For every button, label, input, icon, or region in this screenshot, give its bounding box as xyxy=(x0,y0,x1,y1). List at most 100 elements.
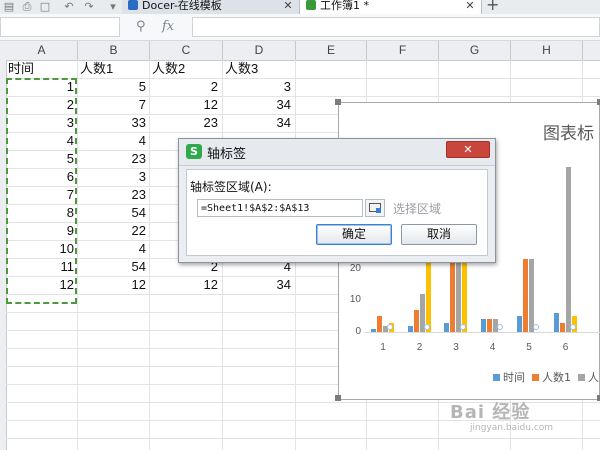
data-point-marker xyxy=(387,324,393,330)
chart-legend[interactable]: 时间 人数1 人 xyxy=(493,369,600,385)
data-cell[interactable]: 5 xyxy=(80,78,146,96)
column-header-c[interactable]: C xyxy=(150,41,223,60)
tab-workbook[interactable]: 工作簿1 * ✕ xyxy=(300,0,482,14)
column-header-b[interactable]: B xyxy=(78,41,150,60)
legend-label: 人 xyxy=(588,371,599,384)
data-cell[interactable]: 2 xyxy=(152,78,218,96)
column-header-g[interactable]: G xyxy=(439,41,511,60)
data-cell[interactable]: 3 xyxy=(225,78,291,96)
dialog-title: 轴标签 xyxy=(207,147,247,162)
data-cell[interactable]: 3 xyxy=(80,168,146,186)
print-preview-icon[interactable]: □ xyxy=(38,0,52,13)
data-cell[interactable]: 34 xyxy=(225,96,291,114)
baidu-watermark-url: jingyan.baidu.com xyxy=(470,423,554,433)
header-cell-count3[interactable]: 人数3 xyxy=(225,60,293,78)
range-picker-button[interactable] xyxy=(365,199,385,217)
x-tick-label: 5 xyxy=(526,342,532,353)
y-tick-label: 10 xyxy=(349,294,361,306)
bar-1-6[interactable] xyxy=(553,313,559,332)
redo-history-icon[interactable]: ▤ xyxy=(2,0,16,13)
bar-1-3[interactable] xyxy=(444,322,449,332)
redo-icon[interactable]: ↷ xyxy=(82,0,96,13)
baidu-watermark: Bai 经验 xyxy=(450,402,531,423)
data-point-marker xyxy=(460,324,466,330)
data-cell[interactable]: 4 xyxy=(80,240,146,258)
y-tick-label: 20 xyxy=(349,262,361,274)
data-point-marker xyxy=(423,324,430,330)
header-cell-time[interactable]: 时间 xyxy=(8,60,76,78)
dialog-titlebar[interactable]: S 轴标签 ✕ xyxy=(179,139,495,166)
bar-2-2[interactable] xyxy=(413,309,419,332)
x-tick-label: 6 xyxy=(562,342,569,353)
tab-label: 工作簿1 * xyxy=(320,0,369,12)
data-cell[interactable]: 12 xyxy=(152,276,218,294)
bar-3-5[interactable] xyxy=(529,259,534,332)
data-cell[interactable]: 7 xyxy=(80,96,146,114)
data-cell[interactable]: 23 xyxy=(80,186,146,204)
quick-access-menu-icon[interactable]: ▾ xyxy=(106,0,120,13)
fx-icon[interactable]: fx xyxy=(162,17,174,37)
data-cell[interactable]: 23 xyxy=(152,114,218,132)
legend-item[interactable]: 人 xyxy=(578,371,599,384)
data-cell[interactable]: 4 xyxy=(80,132,146,150)
legend-item[interactable]: 人数1 xyxy=(532,371,571,384)
x-tick-label: 1 xyxy=(380,342,386,353)
data-cell[interactable]: 12 xyxy=(152,96,218,114)
data-cell[interactable]: 34 xyxy=(225,114,291,132)
formula-input[interactable] xyxy=(192,17,600,37)
name-box[interactable] xyxy=(0,17,120,37)
data-cell[interactable]: 12 xyxy=(80,276,146,294)
tab-label: Docer-在线模板 xyxy=(142,0,222,12)
column-header-e[interactable]: E xyxy=(296,41,367,60)
wps-sheet-logo-icon: S xyxy=(186,144,202,159)
x-tick-label: 2 xyxy=(416,342,423,353)
legend-item[interactable]: 时间 xyxy=(493,371,525,384)
bar-2-6[interactable] xyxy=(559,322,565,332)
new-tab-icon[interactable]: + xyxy=(486,0,499,13)
data-point-marker xyxy=(496,324,503,330)
legend-label: 人数1 xyxy=(542,371,571,384)
axis-label-dialog: S 轴标签 ✕ 轴标签区域(A): 选择区域 确定 取消 xyxy=(178,138,496,263)
bar-1-5[interactable] xyxy=(517,316,522,332)
close-icon[interactable]: ✕ xyxy=(465,0,475,12)
ok-button[interactable]: 确定 xyxy=(316,224,392,245)
undo-icon[interactable]: ↶ xyxy=(62,0,76,13)
column-headers: A B C D E F G H xyxy=(0,41,600,61)
x-tick-label: 3 xyxy=(453,342,459,353)
data-cell[interactable]: 54 xyxy=(80,258,146,276)
bar-2-4[interactable] xyxy=(486,319,492,332)
close-icon[interactable]: ✕ xyxy=(446,141,490,158)
title-tab-bar: ▤ ⎙ □ ↶ ↷ ▾ Docer-在线模板 ✕ 工作簿1 * ✕ + xyxy=(0,0,600,15)
bar-1-2[interactable] xyxy=(407,325,413,332)
data-cell[interactable]: 23 xyxy=(80,150,146,168)
close-icon[interactable]: ✕ xyxy=(283,0,293,12)
collapse-dialog-icon xyxy=(369,203,381,213)
data-cell[interactable]: 22 xyxy=(80,222,146,240)
axis-label-range-input[interactable] xyxy=(197,199,363,217)
bar-2-5[interactable] xyxy=(523,259,528,332)
data-cell[interactable]: 34 xyxy=(225,276,291,294)
zoom-icon[interactable]: ⚲ xyxy=(136,17,152,37)
header-cell-count1[interactable]: 人数1 xyxy=(80,60,148,78)
tab-docer-templates[interactable]: Docer-在线模板 ✕ xyxy=(122,0,300,14)
column-header-h[interactable]: H xyxy=(511,41,583,60)
print-icon[interactable]: ⎙ xyxy=(20,0,34,13)
bar-1-1[interactable] xyxy=(371,328,376,332)
column-header-f[interactable]: F xyxy=(367,41,439,60)
data-cell[interactable]: 33 xyxy=(80,114,146,132)
range-field-label: 轴标签区域(A): xyxy=(190,180,272,194)
header-cell-count2[interactable]: 人数2 xyxy=(152,60,220,78)
column-header-d[interactable]: D xyxy=(223,41,296,60)
bar-3-3[interactable] xyxy=(456,259,461,332)
data-point-marker xyxy=(569,324,576,330)
bar-3-6[interactable] xyxy=(565,167,571,332)
bar-2-1[interactable] xyxy=(377,316,382,332)
x-axis-line xyxy=(365,332,600,333)
cancel-button[interactable]: 取消 xyxy=(401,224,477,245)
y-tick-label: 0 xyxy=(355,326,361,337)
bar-1-4[interactable] xyxy=(480,319,486,332)
select-range-hint: 选择区域 xyxy=(393,202,442,216)
column-header-a[interactable]: A xyxy=(6,41,78,60)
data-cell[interactable]: 54 xyxy=(80,204,146,222)
legend-swatch xyxy=(578,374,585,381)
